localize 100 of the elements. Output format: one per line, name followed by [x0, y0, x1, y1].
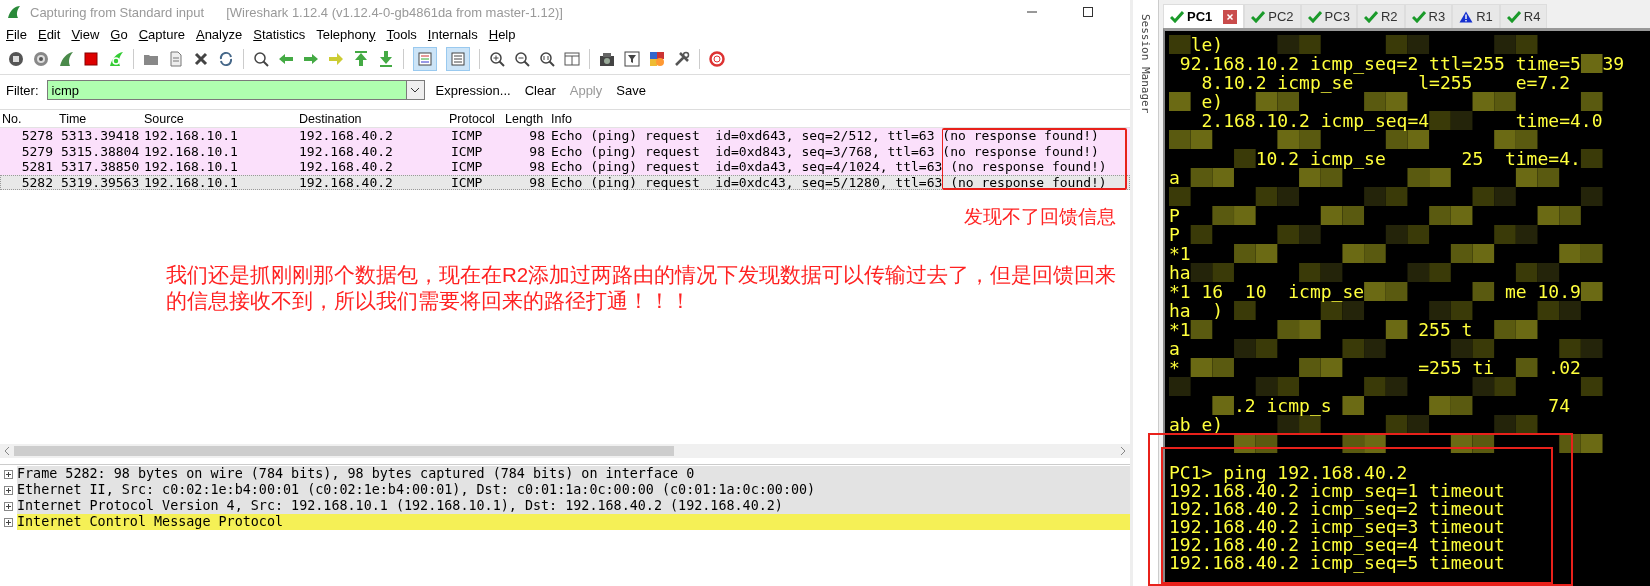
detail-row[interactable]: Ethernet II, Src: c0:02:1e:b4:00:01 (c0:02:1e:b4:00:01), Dst: c0:01:1a:0c:00:00 (c0:01:1a:0c:00:00): [17, 482, 1130, 498]
expand-icon[interactable]: [4, 469, 13, 479]
table-cell-text: 192.168.40.2: [298, 128, 394, 144]
annotation-paragraph: 我们还是抓刚刚那个数据包，现在在R2添加过两路由的情况下发现数据可以传输过去了，但是回馈回来的信息接收不到，所以我们需要将回来的路径打通！！！: [166, 262, 1118, 314]
resize-columns-icon[interactable]: [564, 51, 580, 67]
column-header[interactable]: Source: [142, 111, 297, 126]
column-header[interactable]: Protocol: [447, 111, 503, 126]
close-icon[interactable]: [193, 51, 209, 67]
terminal-line: 192.168.40.2 icmp_seq=4 timeout: [1169, 536, 1506, 554]
zoom-in-icon[interactable]: [489, 51, 505, 67]
zoom-out-icon[interactable]: [514, 51, 530, 67]
horizontal-scrollbar[interactable]: [0, 444, 1130, 458]
expand-icon[interactable]: [4, 485, 13, 495]
settings-icon[interactable]: [674, 51, 690, 67]
table-cell-text: ICMP: [450, 159, 484, 175]
down-arrow-icon[interactable]: [378, 51, 394, 67]
check-icon: [1363, 10, 1378, 23]
menu-item[interactable]: Capture: [138, 26, 185, 42]
zoom-reset-icon[interactable]: [539, 51, 555, 67]
shark-fin-icon: [6, 4, 22, 20]
menu-item[interactable]: Go: [110, 26, 128, 42]
session-tab[interactable]: R4: [1499, 4, 1548, 28]
menu-item[interactable]: Statistics: [253, 26, 306, 42]
check-icon: [1307, 10, 1322, 23]
menu-item[interactable]: Telephony: [316, 26, 376, 42]
stop-icon[interactable]: [83, 51, 99, 67]
session-tab[interactable]: R2: [1356, 4, 1405, 28]
menu-item[interactable]: View: [71, 26, 100, 42]
session-tab[interactable]: PC1: [1163, 4, 1245, 28]
dropdown-caret-icon[interactable]: [410, 87, 420, 93]
menu-item[interactable]: Edit: [37, 26, 61, 42]
check-icon: [1251, 10, 1266, 23]
shark-fin-icon[interactable]: [58, 51, 74, 67]
column-header[interactable]: No.: [0, 111, 57, 126]
up-arrow-icon[interactable]: [353, 51, 369, 67]
table-cell-text: 5319.39563: [60, 174, 141, 190]
table-cell-text: ICMP: [450, 128, 484, 144]
table-cell-text: 98: [528, 128, 546, 144]
target-icon[interactable]: [33, 51, 49, 67]
scroll-left-icon[interactable]: [4, 446, 10, 456]
table-cell-text: 192.168.10.1: [143, 159, 239, 175]
annotation-note: 发现不了回馈信息: [964, 205, 1116, 229]
column-header[interactable]: Length: [503, 111, 549, 126]
table-cell-text: ICMP: [450, 174, 484, 190]
document-icon[interactable]: [168, 51, 184, 67]
column-header[interactable]: Info: [549, 111, 1130, 126]
menu-item[interactable]: Tools: [386, 26, 417, 42]
reload-icon[interactable]: [218, 51, 234, 67]
detail-row[interactable]: Internet Control Message Protocol: [17, 514, 1130, 530]
list-circle-icon[interactable]: [8, 51, 24, 67]
menu-item[interactable]: Internals: [427, 26, 478, 42]
close-icon[interactable]: [1223, 9, 1238, 24]
maximize-icon[interactable]: [1082, 6, 1094, 18]
table-cell-text: Echo (ping) request id=0xdc43, seq=5/1280, ttl=63 (no response found!): [550, 174, 1108, 190]
session-tab[interactable]: PC3: [1300, 4, 1357, 28]
detail-row[interactable]: Internet Protocol Version 4, Src: 192.168.10.1 (192.168.10.1), Dst: 192.168.40.2 (192.168.40.2): [17, 498, 1130, 514]
filter-action-button[interactable]: Expression...: [432, 82, 514, 98]
detail-row[interactable]: Frame 5282: 98 bytes on wire (784 bits), 98 bytes captured (784 bits) on interface 0: [17, 466, 1130, 482]
session-tab[interactable]: PC2: [1244, 4, 1301, 28]
table-cell-text: 192.168.40.2: [298, 174, 394, 190]
packet-row[interactable]: 5278 5313.39418 192.168.10.1 192.168.40.2 ICMP 98 Echo (ping) request id=0xd643, seq=2/512, ttl=63 (no response found!): [0, 128, 1130, 144]
scrollbar-thumb[interactable]: [14, 446, 674, 456]
menu-item[interactable]: File: [6, 26, 27, 42]
filter-action-button[interactable]: Save: [613, 82, 649, 98]
terminal-line: 10.2 icmp_se 25 time=4.: [1254, 149, 1582, 168]
table-cell-text: 5282: [20, 174, 54, 190]
packet-row[interactable]: 5281 5317.38850 192.168.10.1 192.168.40.2 ICMP 98 Echo (ping) request id=0xda43, seq=4/1024, ttl=63 (no response found!): [0, 159, 1130, 175]
session-manager-label: Session Manager: [1139, 14, 1152, 114]
table-cell-text: Echo (ping) request id=0xd643, seq=2/512, ttl=63 (no response found!): [550, 128, 1100, 144]
lifebuoy-icon[interactable]: [709, 51, 725, 67]
terminal-line: PC1> ping 192.168.40.2: [1169, 464, 1409, 482]
funnel-icon[interactable]: [624, 51, 640, 67]
session-tab[interactable]: R1: [1452, 4, 1500, 28]
expand-icon[interactable]: [4, 517, 13, 527]
terminal-line: 192.168.40.2 icmp_seq=1 timeout: [1169, 482, 1506, 500]
column-header[interactable]: Destination: [297, 111, 447, 126]
terminal-line: 192.168.40.2 icmp_seq=2 timeout: [1169, 500, 1506, 518]
table-cell-text: 5313.39418: [60, 128, 141, 144]
column-header[interactable]: Time: [57, 111, 142, 126]
expand-icon[interactable]: [4, 501, 13, 511]
filter-field[interactable]: icmp: [46, 80, 407, 100]
scroll-right-icon[interactable]: [1120, 446, 1126, 456]
menu-item[interactable]: Analyze: [195, 26, 243, 42]
right-arrow-icon[interactable]: [303, 51, 319, 67]
session-tab[interactable]: R3: [1404, 4, 1453, 28]
terminal-line: *1 255 t: [1169, 320, 1474, 339]
table-cell-text: 98: [528, 143, 546, 159]
terminal-line: ab e): [1169, 415, 1225, 434]
menu-item[interactable]: Help: [488, 26, 516, 42]
search-icon[interactable]: [253, 51, 269, 67]
restart-icon[interactable]: [108, 51, 124, 67]
table-cell-text: ICMP: [450, 143, 484, 159]
terminal-line: ha ): [1169, 301, 1225, 320]
terminal-line: 192.168.40.2 icmp_seq=5 timeout: [1169, 554, 1506, 572]
camera-filter-icon[interactable]: [599, 51, 615, 67]
check-icon: [1506, 10, 1521, 23]
left-arrow-icon[interactable]: [278, 51, 294, 67]
terminal-line: 8.10.2 icmp_se l=255 e=7.2: [1200, 73, 1571, 92]
filter-action-button[interactable]: Clear: [521, 82, 559, 98]
palette-icon[interactable]: [649, 51, 665, 67]
